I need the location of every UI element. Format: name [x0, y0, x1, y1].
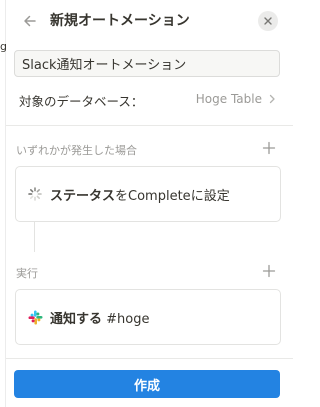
action-section-label: 実行	[16, 267, 38, 280]
panel-header: 新規オートメーション	[6, 0, 293, 42]
chevron-right-icon[interactable]	[266, 93, 278, 105]
add-trigger-plus-icon[interactable]	[261, 140, 277, 156]
action-card[interactable]: 通知する #hoge	[15, 289, 281, 345]
action-verb: 通知する	[50, 312, 103, 327]
trigger-description: ステータスをCompleteに設定	[50, 185, 230, 204]
trigger-card[interactable]: ステータスをCompleteに設定	[15, 166, 281, 222]
panel-title: 新規オートメーション	[50, 13, 190, 29]
divider	[6, 125, 293, 126]
automation-name-input[interactable]	[14, 50, 280, 77]
trigger-value: Complete	[128, 189, 191, 204]
slack-icon	[28, 310, 43, 325]
loading-spinner-icon	[28, 187, 42, 201]
trigger-section-label: いずれかが発生した場合	[16, 144, 137, 157]
add-action-plus-icon[interactable]	[261, 263, 277, 279]
close-button[interactable]	[258, 11, 278, 31]
action-description: 通知する #hoge	[50, 308, 149, 327]
database-row: 対象のデータベース： Hoge Table	[14, 86, 280, 114]
database-select[interactable]: Hoge Table	[196, 92, 262, 106]
arrow-left-icon	[24, 15, 36, 27]
database-label: 対象のデータベース：	[19, 94, 144, 109]
automation-panel: 新規オートメーション 対象のデータベース： Hoge Table いずれかが発生…	[6, 0, 293, 407]
flow-connector-line	[34, 222, 35, 252]
back-button[interactable]	[20, 11, 40, 31]
action-channel: #hoge	[102, 312, 150, 327]
close-icon	[264, 17, 272, 25]
trigger-connector-text: を	[115, 189, 129, 204]
divider	[6, 358, 293, 359]
trigger-property: ステータス	[50, 189, 116, 204]
trigger-suffix: に設定	[190, 189, 230, 204]
create-button[interactable]: 作成	[14, 370, 280, 398]
